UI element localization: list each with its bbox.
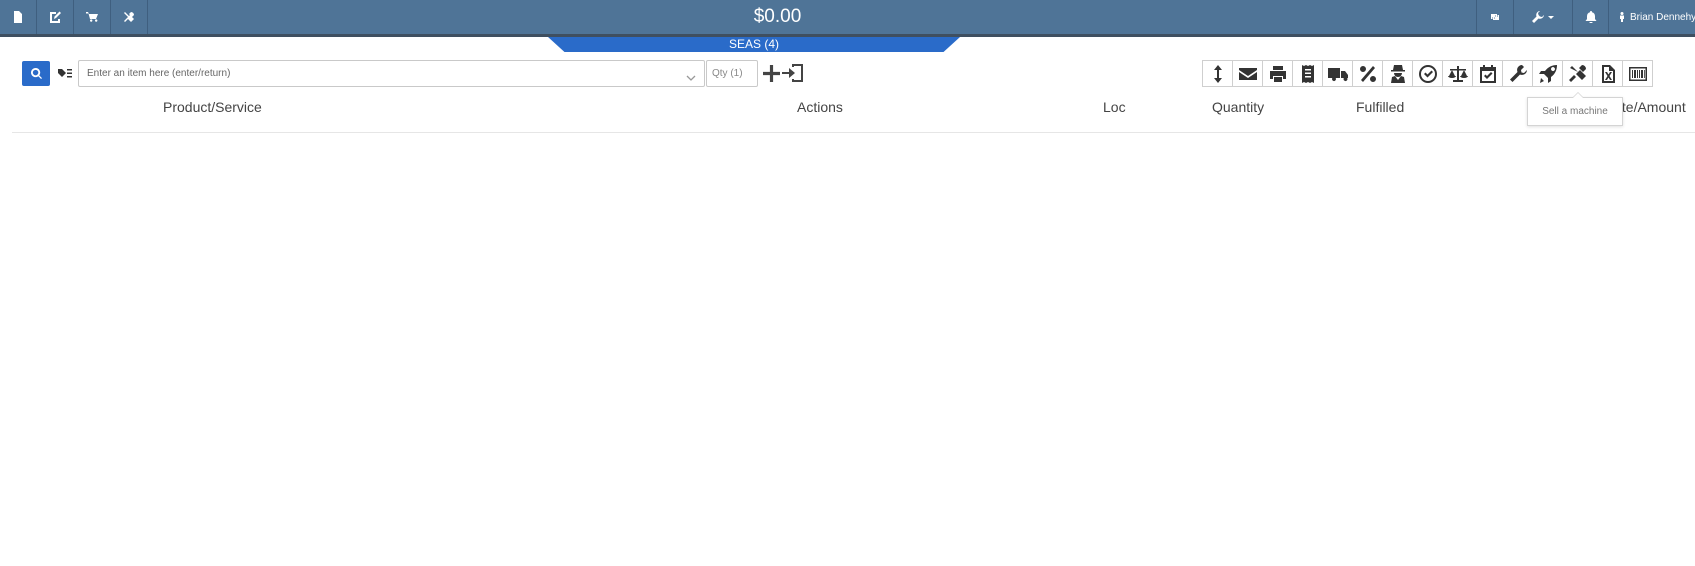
sell-machine-button[interactable] bbox=[1532, 60, 1563, 87]
wrench-icon bbox=[1509, 64, 1527, 82]
user-name: Brian Dennehy bbox=[1630, 11, 1695, 23]
item-search-input[interactable] bbox=[78, 60, 705, 87]
column-header-fulfilled[interactable]: Fulfilled bbox=[1356, 99, 1404, 115]
order-toolbar bbox=[1202, 60, 1653, 87]
bell-icon bbox=[1585, 11, 1597, 23]
chevron-down-icon[interactable] bbox=[686, 69, 696, 81]
sign-in-icon bbox=[782, 64, 803, 82]
top-bar: $0.00 Brian Dennehy bbox=[0, 0, 1695, 37]
tooltip: Sell a machine bbox=[1527, 92, 1623, 126]
settings-menu-button[interactable] bbox=[1513, 0, 1572, 34]
print-icon bbox=[1269, 65, 1286, 82]
resize-rows-button[interactable] bbox=[1202, 60, 1233, 87]
service-tools-button[interactable] bbox=[111, 0, 148, 34]
retweet-icon bbox=[1491, 14, 1499, 20]
tag-list-icon bbox=[57, 69, 72, 78]
column-header-quantity[interactable]: Quantity bbox=[1212, 99, 1264, 115]
edit-document-button[interactable] bbox=[37, 0, 74, 34]
barcode-icon bbox=[1628, 66, 1647, 81]
edit-document-icon bbox=[50, 11, 61, 23]
schedule-button[interactable] bbox=[1472, 60, 1503, 87]
rocket-icon bbox=[1538, 64, 1557, 83]
envelope-icon bbox=[1238, 67, 1257, 80]
wrench-icon bbox=[1532, 11, 1544, 23]
receipt-button[interactable] bbox=[1292, 60, 1323, 87]
repair-button[interactable] bbox=[1502, 60, 1533, 87]
cart-button[interactable] bbox=[74, 0, 111, 34]
user-secret-icon bbox=[1390, 64, 1405, 83]
chevron-down-icon bbox=[1548, 15, 1554, 19]
refresh-button[interactable] bbox=[1476, 0, 1513, 34]
resize-vertical-icon bbox=[1213, 64, 1222, 83]
calendar-check-icon bbox=[1479, 64, 1496, 83]
notifications-button[interactable] bbox=[1572, 0, 1609, 34]
percent-icon bbox=[1359, 65, 1376, 82]
truck-icon bbox=[1327, 67, 1348, 81]
tools-icon bbox=[124, 12, 134, 22]
new-document-button[interactable] bbox=[0, 0, 37, 34]
line-items-table-header: Product/Service Actions Loc Quantity Ful… bbox=[12, 94, 1695, 133]
search-icon bbox=[30, 68, 42, 79]
import-items-button[interactable] bbox=[781, 62, 805, 84]
approve-button[interactable] bbox=[1412, 60, 1443, 87]
document-icon bbox=[14, 11, 22, 23]
discount-button[interactable] bbox=[1352, 60, 1383, 87]
user-menu[interactable]: Brian Dennehy bbox=[1608, 0, 1695, 34]
service-tools-button[interactable] bbox=[1562, 60, 1593, 87]
search-button[interactable] bbox=[22, 61, 50, 86]
excel-file-icon bbox=[1601, 64, 1615, 83]
user-icon bbox=[1620, 12, 1624, 22]
check-circle-icon bbox=[1418, 64, 1437, 83]
add-item-button[interactable] bbox=[762, 63, 780, 83]
column-header-actions[interactable]: Actions bbox=[797, 99, 843, 115]
receipt-icon bbox=[1301, 64, 1314, 83]
compare-button[interactable] bbox=[1442, 60, 1473, 87]
email-button[interactable] bbox=[1232, 60, 1263, 87]
column-header-product[interactable]: Product/Service bbox=[163, 99, 262, 115]
order-total: $0.00 bbox=[753, 6, 802, 27]
barcode-button[interactable] bbox=[1622, 60, 1653, 87]
cart-icon bbox=[86, 12, 98, 22]
quantity-input[interactable] bbox=[706, 60, 758, 87]
tools-icon bbox=[1568, 64, 1586, 82]
plus-icon bbox=[762, 64, 780, 82]
export-excel-button[interactable] bbox=[1592, 60, 1623, 87]
seas-tab[interactable]: SEAS (4) bbox=[548, 37, 960, 52]
print-button[interactable] bbox=[1262, 60, 1293, 87]
column-header-loc[interactable]: Loc bbox=[1103, 99, 1126, 115]
private-notes-button[interactable] bbox=[1382, 60, 1413, 87]
shipping-button[interactable] bbox=[1322, 60, 1353, 87]
list-mode-button[interactable] bbox=[52, 61, 77, 86]
balance-scale-icon bbox=[1447, 65, 1468, 82]
